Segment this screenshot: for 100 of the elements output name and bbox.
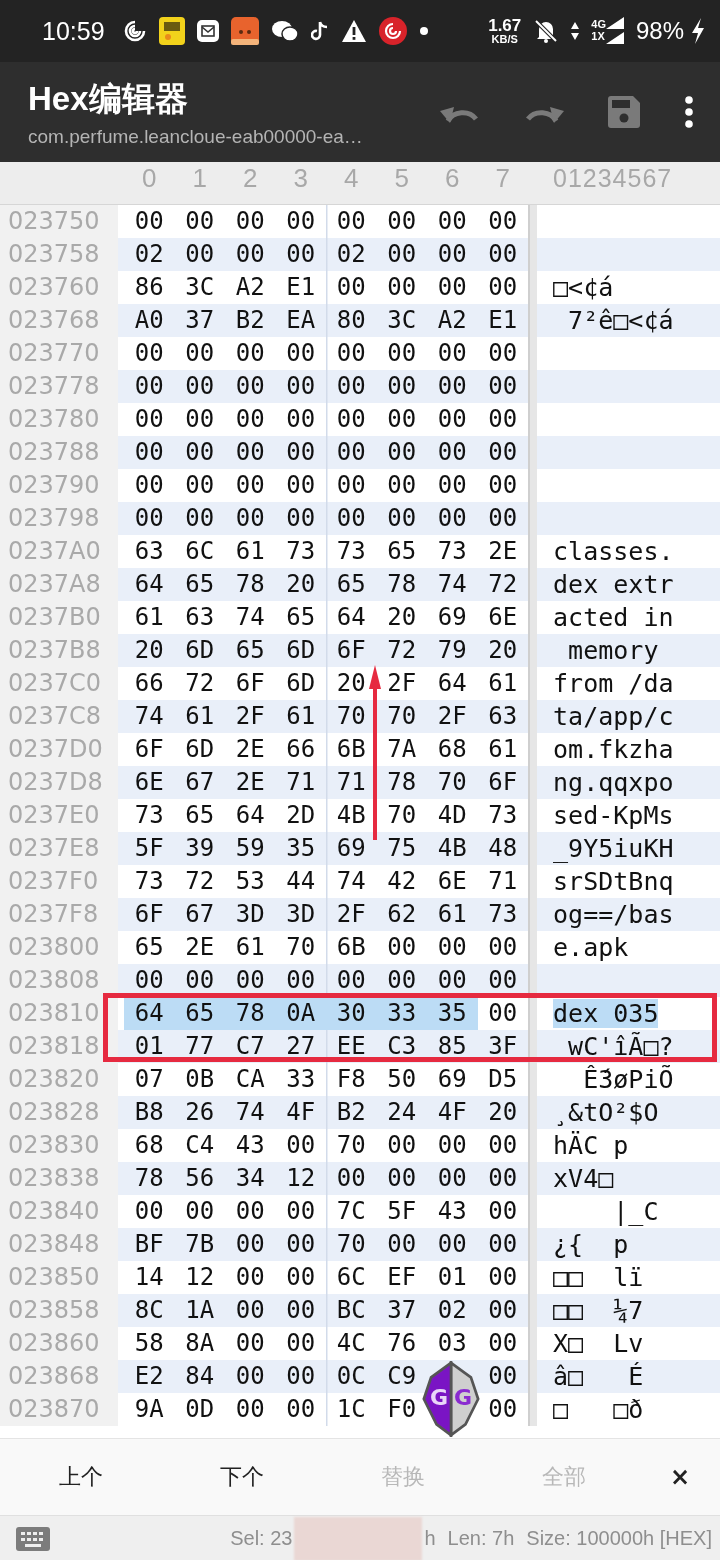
hex-byte-cell[interactable]: 00 bbox=[235, 964, 265, 997]
hex-byte-cell[interactable]: 35 bbox=[286, 832, 316, 865]
hex-byte-cell[interactable]: 00 bbox=[437, 436, 467, 469]
hex-byte-cell[interactable]: 35 bbox=[427, 997, 478, 1030]
hex-byte-cell[interactable]: 00 bbox=[134, 502, 164, 535]
hex-byte-cell[interactable]: 02 bbox=[437, 1294, 467, 1327]
hex-byte-cell[interactable]: 00 bbox=[387, 337, 417, 370]
hex-byte-cell[interactable]: 00 bbox=[185, 502, 215, 535]
hex-byte-cell[interactable]: 20 bbox=[134, 634, 164, 667]
hex-byte-cell[interactable]: 00 bbox=[437, 205, 467, 238]
hex-byte-cell[interactable]: 00 bbox=[235, 238, 265, 271]
hex-byte-cell[interactable]: 00 bbox=[387, 931, 417, 964]
hex-byte-cell[interactable]: 01 bbox=[437, 1261, 467, 1294]
hex-byte-cell[interactable]: 84 bbox=[185, 1360, 215, 1393]
hex-byte-cell[interactable]: 00 bbox=[387, 205, 417, 238]
hex-byte-cell[interactable]: 61 bbox=[235, 535, 265, 568]
hex-byte-cell[interactable]: C3 bbox=[387, 1030, 417, 1063]
hex-byte-cell[interactable]: 00 bbox=[286, 1195, 316, 1228]
hex-byte-cell[interactable]: 20 bbox=[286, 568, 316, 601]
hex-byte-cell[interactable]: 14 bbox=[134, 1261, 164, 1294]
hex-byte-cell[interactable]: 00 bbox=[488, 502, 518, 535]
hex-byte-cell[interactable]: 00 bbox=[286, 337, 316, 370]
hex-byte-cell[interactable]: 37 bbox=[387, 1294, 417, 1327]
hex-byte-cell[interactable]: 62 bbox=[387, 898, 417, 931]
hex-byte-cell[interactable]: 00 bbox=[134, 1195, 164, 1228]
hex-byte-cell[interactable]: 20 bbox=[488, 634, 518, 667]
hex-byte-cell[interactable]: 2D bbox=[286, 799, 316, 832]
hex-byte-cell[interactable]: 00 bbox=[235, 205, 265, 238]
hex-byte-cell[interactable]: 67 bbox=[185, 766, 215, 799]
hex-byte-cell[interactable]: 50 bbox=[387, 1063, 417, 1096]
hex-byte-cell[interactable]: 7C bbox=[336, 1195, 366, 1228]
hex-byte-cell[interactable]: 59 bbox=[235, 832, 265, 865]
hex-byte-cell[interactable]: F0 bbox=[387, 1393, 417, 1426]
hex-byte-cell[interactable]: 74 bbox=[437, 568, 467, 601]
hex-byte-cell[interactable]: 67 bbox=[185, 898, 215, 931]
hex-byte-cell[interactable]: 00 bbox=[387, 1129, 417, 1162]
hex-byte-cell[interactable]: 78 bbox=[387, 766, 417, 799]
hex-byte-cell[interactable]: 6B bbox=[336, 733, 366, 766]
hex-byte-cell[interactable]: 00 bbox=[336, 964, 366, 997]
hex-byte-cell[interactable]: 00 bbox=[488, 1393, 518, 1426]
hex-byte-cell[interactable]: 00 bbox=[336, 403, 366, 436]
hex-byte-cell[interactable]: 2E bbox=[235, 766, 265, 799]
hex-byte-cell[interactable]: 6E bbox=[134, 766, 164, 799]
hex-byte-cell[interactable]: 71 bbox=[488, 865, 518, 898]
hex-byte-cell[interactable]: 9A bbox=[134, 1393, 164, 1426]
hex-byte-cell[interactable]: 12 bbox=[286, 1162, 316, 1195]
hex-byte-cell[interactable]: 00 bbox=[488, 931, 518, 964]
hex-byte-cell[interactable]: 2E bbox=[488, 535, 518, 568]
hex-byte-cell[interactable]: 00 bbox=[488, 238, 518, 271]
hex-byte-cell[interactable]: 00 bbox=[437, 238, 467, 271]
hex-byte-cell[interactable]: 00 bbox=[488, 469, 518, 502]
hex-byte-cell[interactable]: 6F bbox=[134, 733, 164, 766]
hex-byte-cell[interactable]: 24 bbox=[387, 1096, 417, 1129]
hex-byte-cell[interactable]: 6B bbox=[336, 931, 366, 964]
hex-byte-cell[interactable]: 00 bbox=[185, 436, 215, 469]
hex-byte-cell[interactable]: 00 bbox=[185, 964, 215, 997]
hex-byte-cell[interactable]: 00 bbox=[235, 370, 265, 403]
hex-byte-cell[interactable]: 00 bbox=[488, 1162, 518, 1195]
hex-byte-cell[interactable]: 00 bbox=[488, 1195, 518, 1228]
hex-byte-cell[interactable]: 00 bbox=[387, 1228, 417, 1261]
hex-byte-cell[interactable]: 61 bbox=[488, 667, 518, 700]
hex-byte-cell[interactable]: 00 bbox=[488, 1360, 518, 1393]
hex-byte-cell[interactable]: 8C bbox=[134, 1294, 164, 1327]
hex-byte-cell[interactable]: 70 bbox=[336, 1129, 366, 1162]
hex-byte-cell[interactable]: 00 bbox=[437, 1129, 467, 1162]
hex-byte-cell[interactable]: 00 bbox=[437, 1162, 467, 1195]
hex-byte-cell[interactable]: 44 bbox=[286, 865, 316, 898]
hex-byte-cell[interactable]: 4F bbox=[286, 1096, 316, 1129]
hex-byte-cell[interactable]: 7A bbox=[387, 733, 417, 766]
hex-byte-cell[interactable]: 73 bbox=[488, 799, 518, 832]
hex-byte-cell[interactable]: 68 bbox=[134, 1129, 164, 1162]
hex-byte-cell[interactable]: 0B bbox=[185, 1063, 215, 1096]
hex-byte-cell[interactable]: 02 bbox=[336, 238, 366, 271]
hex-byte-cell[interactable]: 33 bbox=[286, 1063, 316, 1096]
hex-byte-cell[interactable]: 65 bbox=[185, 799, 215, 832]
hex-byte-cell[interactable]: 3C bbox=[387, 304, 417, 337]
hex-byte-cell[interactable]: 00 bbox=[437, 469, 467, 502]
hex-byte-cell[interactable]: 61 bbox=[488, 733, 518, 766]
hex-byte-cell[interactable]: 58 bbox=[134, 1327, 164, 1360]
hex-byte-cell[interactable]: B2 bbox=[336, 1096, 366, 1129]
hex-byte-cell[interactable]: 65 bbox=[134, 931, 164, 964]
hex-byte-cell[interactable]: 43 bbox=[235, 1129, 265, 1162]
hex-byte-cell[interactable]: 00 bbox=[336, 436, 366, 469]
hex-byte-cell[interactable]: 73 bbox=[134, 865, 164, 898]
hex-byte-cell[interactable]: 00 bbox=[336, 205, 366, 238]
hex-byte-cell[interactable]: A2 bbox=[235, 271, 265, 304]
hex-byte-cell[interactable]: 66 bbox=[134, 667, 164, 700]
hex-byte-cell[interactable]: 63 bbox=[488, 700, 518, 733]
hex-byte-cell[interactable]: 56 bbox=[185, 1162, 215, 1195]
hex-byte-cell[interactable]: 00 bbox=[286, 1261, 316, 1294]
hex-byte-cell[interactable]: 0D bbox=[185, 1393, 215, 1426]
hex-byte-cell[interactable]: 00 bbox=[286, 1294, 316, 1327]
hex-byte-cell[interactable]: 00 bbox=[488, 1228, 518, 1261]
hex-byte-cell[interactable]: 00 bbox=[437, 337, 467, 370]
hex-byte-cell[interactable]: B2 bbox=[235, 304, 265, 337]
hex-byte-cell[interactable]: 6F bbox=[235, 667, 265, 700]
hex-byte-cell[interactable]: 74 bbox=[235, 1096, 265, 1129]
hex-byte-cell[interactable]: 00 bbox=[286, 1360, 316, 1393]
hex-byte-cell[interactable]: 86 bbox=[134, 271, 164, 304]
hex-byte-cell[interactable]: 00 bbox=[488, 205, 518, 238]
